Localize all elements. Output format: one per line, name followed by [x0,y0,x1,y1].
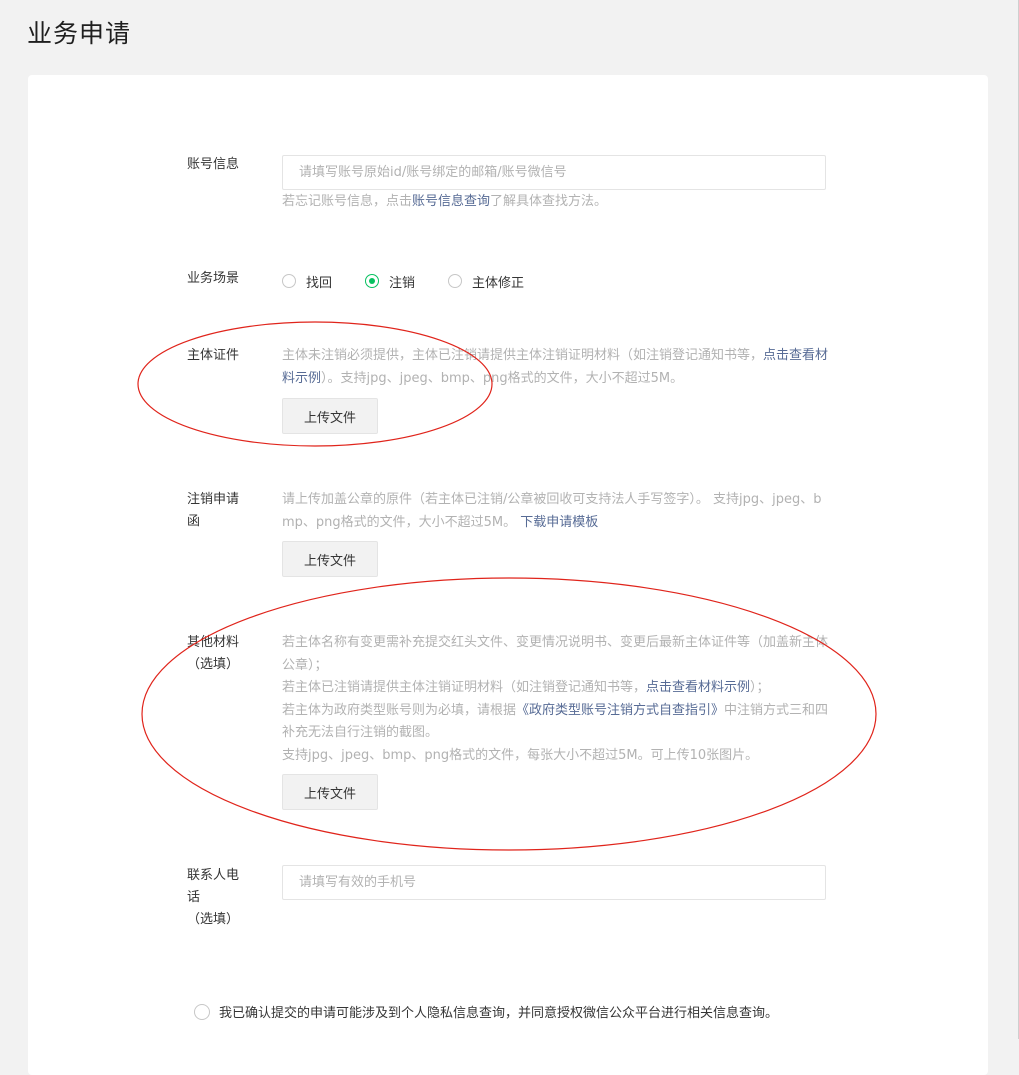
account-query-link[interactable]: 账号信息查询 [412,194,490,209]
account-hint-suffix: 了解具体查找方法。 [490,194,608,209]
account-hint-prefix: 若忘记账号信息，点击 [282,194,413,209]
certificate-hint: 主体未注销必须提供，主体已注销请提供主体注销证明材料（如注销登记通知书等，点击查… [282,345,830,390]
other-label-title: 其他材料 [187,635,240,650]
other-hint-line2: 若主体已注销请提供主体注销证明材料（如注销登记通知书等，点击查看材料示例）； [282,677,830,700]
phone-input[interactable] [282,865,826,900]
radio-correct-entity-label: 主体修正 [472,275,525,291]
contact-label: 联系人电话 （选填） [187,865,249,931]
other-hint-line1: 若主体名称有变更需补充提交红头文件、变更情况说明书、变更后最新主体证件等（加盖新… [282,635,829,673]
radio-cancel[interactable]: 注销 [365,269,415,293]
radio-cancel-indicator[interactable] [365,274,379,288]
form-card [28,75,988,1075]
other-hint-line2-suffix: ）； [750,680,770,695]
certificate-hint-text: 主体未注销必须提供，主体已注销请提供主体注销证明材料（如注销登记通知书等， [282,348,764,363]
certificate-upload-button[interactable]: 上传文件 [282,398,378,434]
privacy-confirm-radio[interactable] [194,1003,210,1020]
gov-guide-link[interactable]: 《政府类型账号注销方式自查指引》 [516,703,724,718]
cancel-letter-upload-button[interactable]: 上传文件 [282,541,378,577]
download-template-link[interactable]: 下载申请模板 [520,515,598,530]
scenario-label: 业务场景 [187,271,240,286]
cancel-letter-hint: 请上传加盖公章的原件（若主体已注销/公章被回收可支持法人手写签字）。 支持jpg… [282,489,830,534]
radio-retrieve-label: 找回 [306,275,333,291]
other-upload-button[interactable]: 上传文件 [282,774,378,810]
other-hint: 若主体名称有变更需补充提交红头文件、变更情况说明书、变更后最新主体证件等（加盖新… [282,632,830,767]
account-label: 账号信息 [187,157,240,172]
account-input[interactable] [282,155,826,190]
privacy-confirm-text: 我已确认提交的申请可能涉及到个人隐私信息查询，并同意授权微信公众平台进行相关信息… [219,1006,779,1021]
radio-retrieve-indicator[interactable] [282,274,296,288]
other-hint-line2-text: 若主体已注销请提供主体注销证明材料（如注销登记通知书等， [282,680,647,695]
other-example-link[interactable]: 点击查看材料示例 [646,680,750,695]
radio-correct-entity[interactable]: 主体修正 [448,269,524,293]
radio-correct-entity-indicator[interactable] [448,274,462,288]
other-label-optional: （选填） [187,657,240,672]
contact-label-optional: （选填） [187,912,240,927]
page-title: 业务申请 [27,19,132,48]
certificate-hint-suffix: ）。支持jpg、jpeg、bmp、png格式的文件，大小不超过5M。 [321,370,684,386]
radio-cancel-label: 注销 [389,275,416,291]
cancel-letter-label: 注销申请函 [187,492,240,529]
other-label: 其他材料 （选填） [187,632,239,676]
contact-label-title: 联系人电话 [187,868,240,905]
other-hint-line3-text: 若主体为政府类型账号则为必填，请根据 [282,702,517,718]
other-hint-line4: 支持jpg、jpeg、bmp、png格式的文件，每张大小不超过5M。可上传10张… [282,747,759,763]
certificate-label: 主体证件 [187,348,240,363]
radio-retrieve[interactable]: 找回 [282,269,332,293]
account-hint: 若忘记账号信息，点击账号信息查询了解具体查找方法。 [282,191,830,214]
other-hint-line3: 若主体为政府类型账号则为必填，请根据《政府类型账号注销方式自查指引》中注销方式三… [282,700,830,745]
privacy-confirm[interactable]: 我已确认提交的申请可能涉及到个人隐私信息查询，并同意授权微信公众平台进行相关信息… [194,1002,778,1021]
